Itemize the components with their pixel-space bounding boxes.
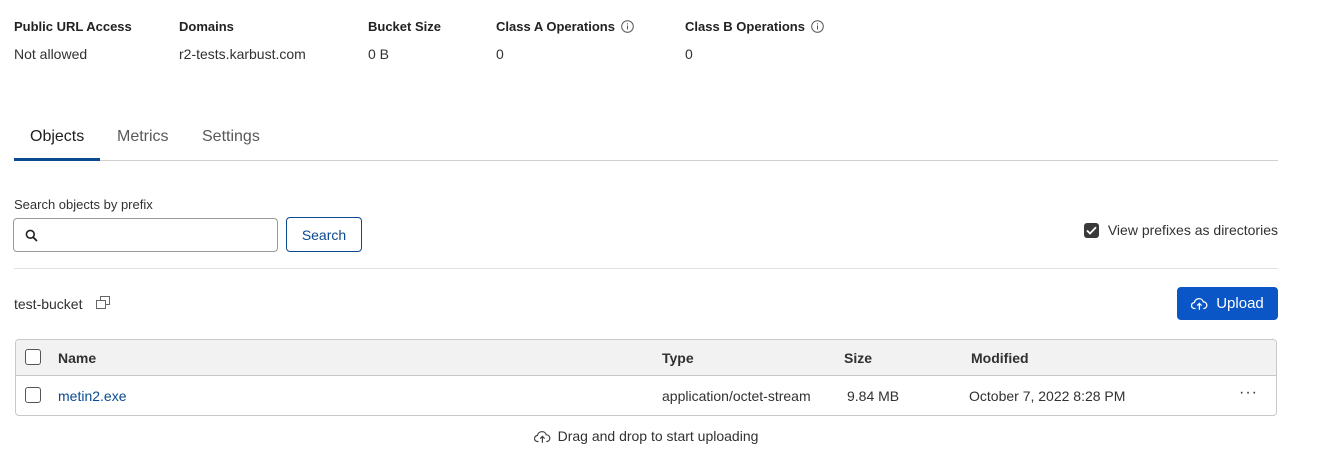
search-input[interactable] — [44, 220, 277, 250]
search-field[interactable] — [13, 218, 278, 252]
divider — [14, 268, 1278, 269]
copy-icon[interactable] — [96, 296, 110, 310]
column-header-type[interactable]: Type — [662, 350, 694, 366]
info-icon[interactable] — [811, 20, 824, 33]
stat-public-url-access: Public URL Access Not allowed — [14, 19, 132, 62]
objects-table: Name Type Size Modified metin2.exe appli… — [15, 339, 1277, 416]
stat-domains: Domains r2-tests.karbust.com — [179, 19, 306, 62]
row-checkbox[interactable] — [25, 387, 41, 403]
stat-label: Class A Operations — [496, 19, 615, 34]
tab-objects[interactable]: Objects — [30, 128, 84, 146]
tab-settings[interactable]: Settings — [202, 128, 260, 146]
dropzone[interactable]: Drag and drop to start uploading — [0, 428, 1292, 444]
table-header: Name Type Size Modified — [16, 340, 1276, 376]
cloud-upload-icon — [1191, 298, 1208, 310]
search-icon — [25, 229, 38, 242]
tab-bar: Objects Metrics Settings — [14, 118, 1278, 161]
cloud-upload-icon — [533, 430, 550, 443]
stat-value: Not allowed — [14, 46, 88, 62]
stat-value: 0 — [685, 46, 693, 62]
view-prefixes-checkbox[interactable]: View prefixes as directories — [1083, 222, 1278, 238]
bucket-name: test-bucket — [14, 296, 83, 312]
file-type: application/octet-stream — [662, 388, 811, 404]
dropzone-label: Drag and drop to start uploading — [557, 428, 759, 444]
stat-class-a-operations: Class A Operations 0 — [496, 19, 634, 62]
stat-bucket-size: Bucket Size 0 B — [368, 19, 441, 62]
checkbox-checked-icon[interactable] — [1083, 222, 1099, 238]
table-row: metin2.exe application/octet-stream 9.84… — [16, 376, 1276, 415]
file-size: 9.84 MB — [847, 388, 900, 404]
r2-bucket-page: Public URL Access Not allowed Domains r2… — [0, 0, 1325, 476]
upload-button[interactable]: Upload — [1177, 287, 1278, 320]
search-label: Search objects by prefix — [14, 197, 153, 212]
more-actions-icon[interactable]: ··· — [1239, 385, 1258, 401]
search-button[interactable]: Search — [286, 217, 362, 252]
stat-label: Bucket Size — [368, 19, 441, 34]
stat-label: Class B Operations — [685, 19, 805, 34]
stat-value: 0 — [496, 46, 504, 62]
file-name-link[interactable]: metin2.exe — [58, 388, 126, 404]
column-header-name[interactable]: Name — [58, 350, 96, 366]
active-tab-indicator — [14, 158, 100, 161]
stat-class-b-operations: Class B Operations 0 — [685, 19, 824, 62]
stat-label: Domains — [179, 19, 234, 34]
stat-value: 0 B — [368, 46, 390, 62]
column-header-size[interactable]: Size — [844, 350, 872, 366]
tab-metrics[interactable]: Metrics — [117, 128, 169, 146]
stat-label: Public URL Access — [14, 19, 132, 34]
select-all-checkbox[interactable] — [25, 349, 41, 365]
column-header-modified[interactable]: Modified — [971, 350, 1029, 366]
info-icon[interactable] — [621, 20, 634, 33]
view-prefixes-label: View prefixes as directories — [1107, 222, 1278, 238]
upload-label: Upload — [1216, 295, 1264, 312]
file-modified: October 7, 2022 8:28 PM — [969, 388, 1126, 404]
stat-value: r2-tests.karbust.com — [179, 46, 306, 62]
